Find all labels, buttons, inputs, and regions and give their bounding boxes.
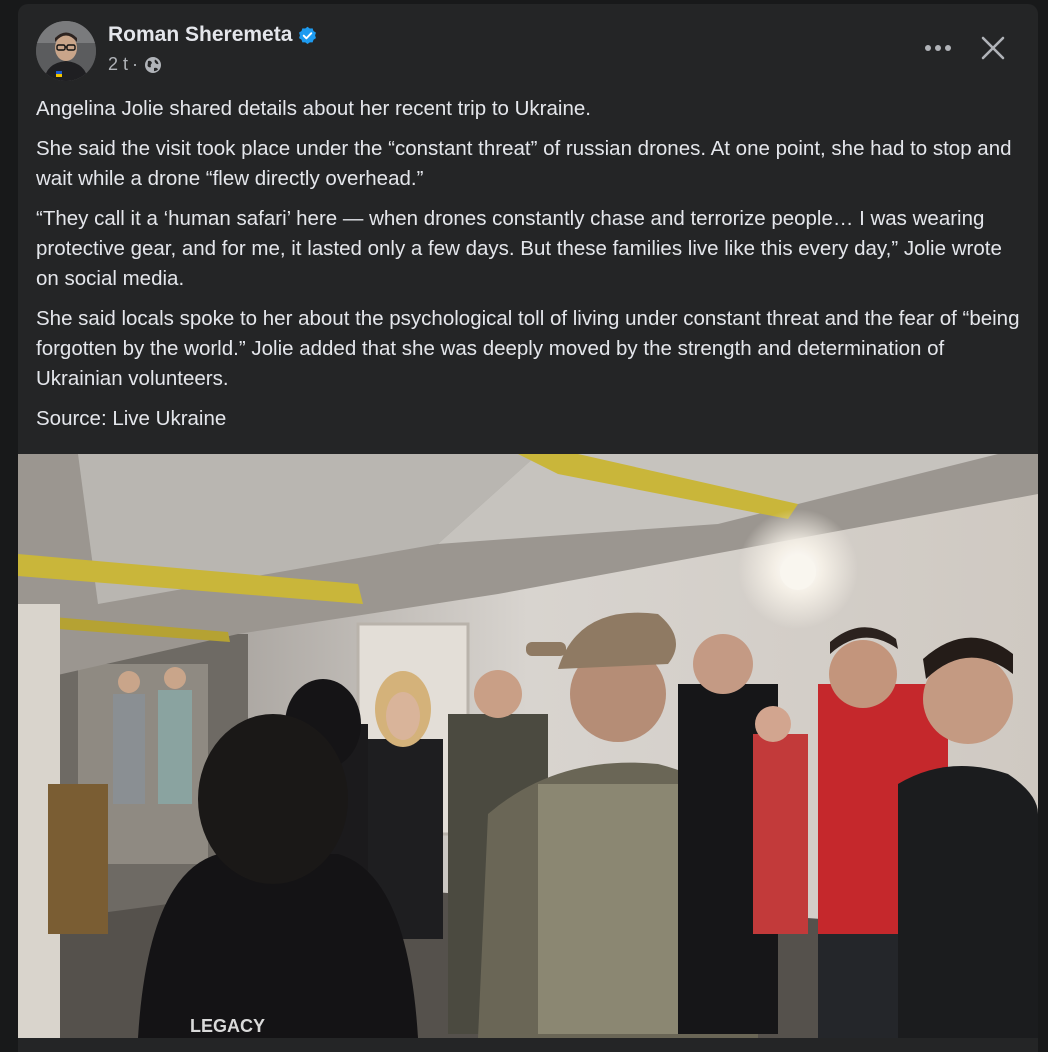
post-paragraph-4: She said locals spoke to her about the p…: [36, 307, 1020, 390]
close-icon: [981, 36, 1005, 60]
globe-icon[interactable]: [144, 56, 162, 74]
photo-vest-text: LEGACY: [190, 1016, 265, 1036]
author-avatar[interactable]: [36, 21, 96, 81]
author-name-row: Roman Sheremeta: [108, 23, 317, 47]
author-name[interactable]: Roman Sheremeta: [108, 23, 292, 47]
post-header: Roman Sheremeta 2 t ·: [18, 4, 1038, 94]
post-paragraph-1: Angelina Jolie shared details about her …: [36, 97, 591, 120]
post-body: Angelina Jolie shared details about her …: [36, 94, 1026, 444]
more-options-icon: [925, 45, 951, 51]
post-photo[interactable]: LEGACY: [18, 454, 1038, 1038]
more-options-button[interactable]: [918, 30, 958, 66]
meta-separator: ·: [132, 54, 139, 74]
post-card: Roman Sheremeta 2 t · Angelina Jolie sha…: [18, 4, 1038, 1052]
close-button[interactable]: [973, 28, 1013, 68]
post-paragraph-3: “They call it a ‘human safari’ here — wh…: [36, 207, 1002, 290]
post-footer-divider: [18, 1038, 1038, 1052]
post-timestamp[interactable]: 2 t: [108, 54, 128, 75]
post-paragraph-2: She said the visit took place under the …: [36, 137, 1012, 190]
verified-badge-icon: [298, 26, 317, 45]
post-source: Source: Live Ukraine: [36, 407, 227, 430]
post-meta: 2 t ·: [108, 54, 162, 75]
